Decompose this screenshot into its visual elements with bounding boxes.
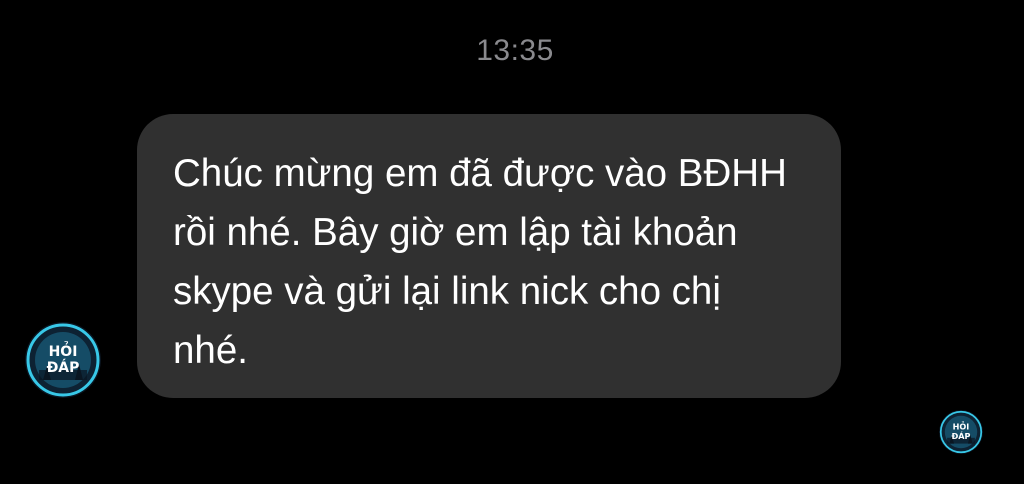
message-bubble[interactable]: Chúc mừng em đã được vào BĐHH rồi nhé. B…: [137, 114, 841, 398]
avatar-hoi-dap-icon: HỎI ĐÁP: [939, 410, 983, 454]
svg-text:HỎI: HỎI: [953, 420, 970, 432]
svg-text:ĐÁP: ĐÁP: [47, 359, 80, 376]
svg-text:HỎI: HỎI: [49, 341, 78, 360]
avatar-hoi-dap-icon: HỎI ĐÁP: [25, 322, 101, 398]
message-row: HỎI ĐÁP Chúc mừng em đã được vào BĐHH rồ…: [0, 0, 1024, 484]
message-text: Chúc mừng em đã được vào BĐHH rồi nhé. B…: [173, 152, 787, 372]
sender-avatar[interactable]: HỎI ĐÁP: [25, 322, 101, 398]
svg-text:ĐÁP: ĐÁP: [952, 430, 971, 441]
read-receipt-avatar: HỎI ĐÁP: [939, 410, 983, 454]
